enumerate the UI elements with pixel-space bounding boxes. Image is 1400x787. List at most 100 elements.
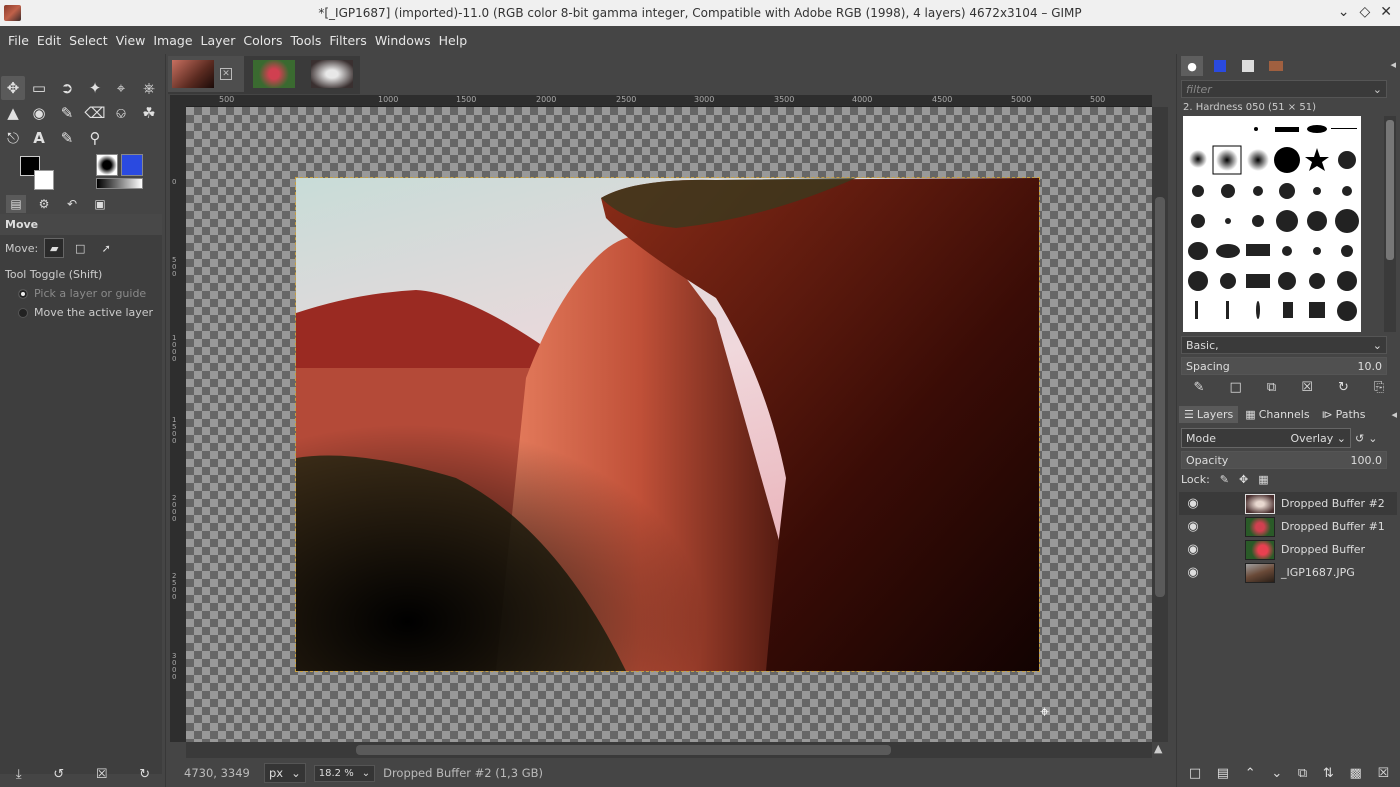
vertical-scroll-thumb[interactable] (1155, 197, 1165, 597)
menu-edit[interactable]: Edit (33, 33, 65, 48)
zoom-select[interactable]: 18.2 % ⌄ (313, 764, 376, 782)
eye-icon[interactable]: ◉ (1185, 519, 1201, 534)
delete-options-icon[interactable]: ☒ (96, 767, 108, 782)
duplicate-brush-icon[interactable]: ⧉ (1267, 380, 1276, 395)
layer-image[interactable] (295, 177, 1040, 672)
menu-image[interactable]: Image (149, 33, 196, 48)
active-brush-preview[interactable] (96, 154, 118, 176)
duplicate-layer-icon[interactable]: ⧉ (1298, 766, 1307, 781)
brush-filter-input[interactable]: filter ⌄ (1181, 80, 1387, 98)
text-tool-icon[interactable]: A (27, 126, 51, 150)
layer-row[interactable]: ◉ _IGP1687.JPG (1179, 561, 1397, 584)
crop-tool-icon[interactable]: ⌖ (109, 76, 133, 100)
image-tab-2[interactable] (246, 56, 302, 92)
background-color[interactable] (34, 170, 54, 190)
zoom-tool-icon[interactable]: ⚲ (83, 126, 107, 150)
delete-brush-icon[interactable]: ☒ (1301, 380, 1313, 395)
images-tab-icon[interactable]: ▣ (90, 195, 110, 213)
move-selection-mode-icon[interactable]: □ (70, 238, 90, 258)
close-tab-icon[interactable]: ✕ (220, 68, 232, 80)
tab-paths[interactable]: ⧐ Paths (1317, 406, 1371, 423)
eraser-tool-icon[interactable]: ⌫ (83, 101, 107, 125)
active-pattern-preview[interactable] (121, 154, 143, 176)
fg-bg-colors[interactable] (20, 156, 56, 192)
layer-row[interactable]: ◉ Dropped Buffer (1179, 538, 1397, 561)
warp-tool-icon[interactable]: ▲ (1, 101, 25, 125)
smudge-tool-icon[interactable]: ☘ (137, 101, 161, 125)
vertical-ruler[interactable]: 0 5 0 0 1 0 0 0 1 5 0 0 2 0 0 0 2 5 0 0 … (170, 107, 186, 742)
navigate-icon[interactable]: ▲ (1154, 742, 1168, 758)
close-icon[interactable]: ✕ (1380, 4, 1392, 20)
new-brush-icon[interactable]: □ (1230, 380, 1242, 395)
raise-layer-icon[interactable]: ⌃ (1245, 766, 1256, 781)
vertical-scrollbar[interactable] (1152, 107, 1168, 742)
move-path-mode-icon[interactable]: ➚ (96, 238, 116, 258)
menu-filters[interactable]: Filters (325, 33, 370, 48)
eye-icon[interactable]: ◉ (1185, 496, 1201, 511)
mode-options-icon[interactable]: ⌄ (1368, 432, 1377, 445)
color-picker-tool-icon[interactable]: ✎ (55, 126, 79, 150)
eye-icon[interactable]: ◉ (1185, 542, 1201, 557)
horizontal-scroll-thumb[interactable] (356, 745, 891, 755)
edit-brush-icon[interactable]: ✎ (1194, 380, 1205, 395)
brush-set-select[interactable]: Basic, ⌄ (1181, 336, 1387, 354)
menu-select[interactable]: Select (65, 33, 112, 48)
new-layer-group-icon[interactable]: ▤ (1217, 766, 1229, 781)
patterns-tab-icon[interactable] (1209, 56, 1231, 76)
open-brush-icon[interactable]: ⎘ (1374, 380, 1384, 395)
move-active-radio[interactable] (18, 307, 28, 318)
bucket-fill-tool-icon[interactable]: ◉ (27, 101, 51, 125)
image-canvas[interactable] (186, 107, 1152, 742)
delete-layer-icon[interactable]: ☒ (1377, 766, 1389, 781)
device-status-tab-icon[interactable]: ⚙ (34, 195, 54, 213)
layer-mode-select[interactable]: Mode Overlay ⌄ (1181, 428, 1351, 448)
menu-layer[interactable]: Layer (197, 33, 240, 48)
fonts-tab-icon[interactable] (1237, 56, 1259, 76)
new-layer-icon[interactable]: □ (1189, 766, 1201, 781)
paths-tool-icon[interactable]: ⎋ (1, 126, 25, 150)
rect-select-tool-icon[interactable]: ▭ (27, 76, 51, 100)
restore-options-icon[interactable]: ↺ (53, 767, 64, 782)
horizontal-ruler[interactable]: 500 1000 1500 2000 2500 3000 3500 4000 4… (186, 95, 1152, 107)
fuzzy-select-tool-icon[interactable]: ✦ (83, 76, 107, 100)
paintbrush-tool-icon[interactable]: ✎ (55, 101, 79, 125)
brushes-tab-icon[interactable]: ● (1181, 56, 1203, 76)
undo-history-tab-icon[interactable]: ↶ (62, 195, 82, 213)
image-tab-3[interactable] (304, 56, 360, 92)
lock-alpha-icon[interactable]: ▦ (1258, 473, 1268, 486)
lasso-tool-icon[interactable]: ➲ (55, 76, 79, 100)
tab-channels[interactable]: ▦ Channels (1240, 406, 1314, 423)
layer-row[interactable]: ◉ Dropped Buffer #2 (1179, 492, 1397, 515)
tab-layers[interactable]: ☰ Layers (1179, 405, 1239, 423)
active-gradient-preview[interactable] (96, 178, 143, 189)
menu-tools[interactable]: Tools (287, 33, 326, 48)
transform-tool-icon[interactable]: ⎈ (137, 76, 161, 100)
clone-tool-icon[interactable]: ⎉ (109, 101, 133, 125)
menu-view[interactable]: View (112, 33, 150, 48)
save-options-icon[interactable]: ⤓ (16, 767, 22, 782)
menu-help[interactable]: Help (435, 33, 472, 48)
lock-pixels-icon[interactable]: ✎ (1220, 473, 1229, 486)
maximize-icon[interactable]: ◇ (1359, 4, 1370, 20)
document-history-tab-icon[interactable] (1265, 56, 1287, 76)
menu-file[interactable]: File (4, 33, 33, 48)
lower-layer-icon[interactable]: ⌄ (1271, 766, 1282, 781)
image-tab-active[interactable]: ✕ (168, 56, 244, 92)
move-layer-mode-icon[interactable]: ▰ (44, 238, 65, 258)
minimize-icon[interactable]: ⌄ (1338, 4, 1350, 20)
dock-menu-icon[interactable]: ◂ (1390, 58, 1396, 71)
brush-scroll-thumb[interactable] (1386, 120, 1394, 260)
horizontal-scrollbar[interactable] (186, 742, 1152, 758)
pick-layer-radio[interactable] (18, 288, 28, 299)
menu-windows[interactable]: Windows (371, 33, 435, 48)
dock-menu-icon[interactable]: ◂ (1391, 408, 1397, 421)
spacing-slider[interactable]: Spacing 10.0 (1181, 357, 1387, 375)
refresh-brushes-icon[interactable]: ↻ (1338, 380, 1349, 395)
ruler-corner[interactable] (170, 95, 186, 107)
menu-colors[interactable]: Colors (239, 33, 286, 48)
lock-position-icon[interactable]: ✥ (1239, 473, 1248, 486)
eye-icon[interactable]: ◉ (1185, 565, 1201, 580)
move-tool-icon[interactable]: ✥ (1, 76, 25, 100)
tool-options-tab-icon[interactable]: ▤ (6, 195, 26, 213)
mask-layer-icon[interactable]: ▩ (1349, 766, 1361, 781)
